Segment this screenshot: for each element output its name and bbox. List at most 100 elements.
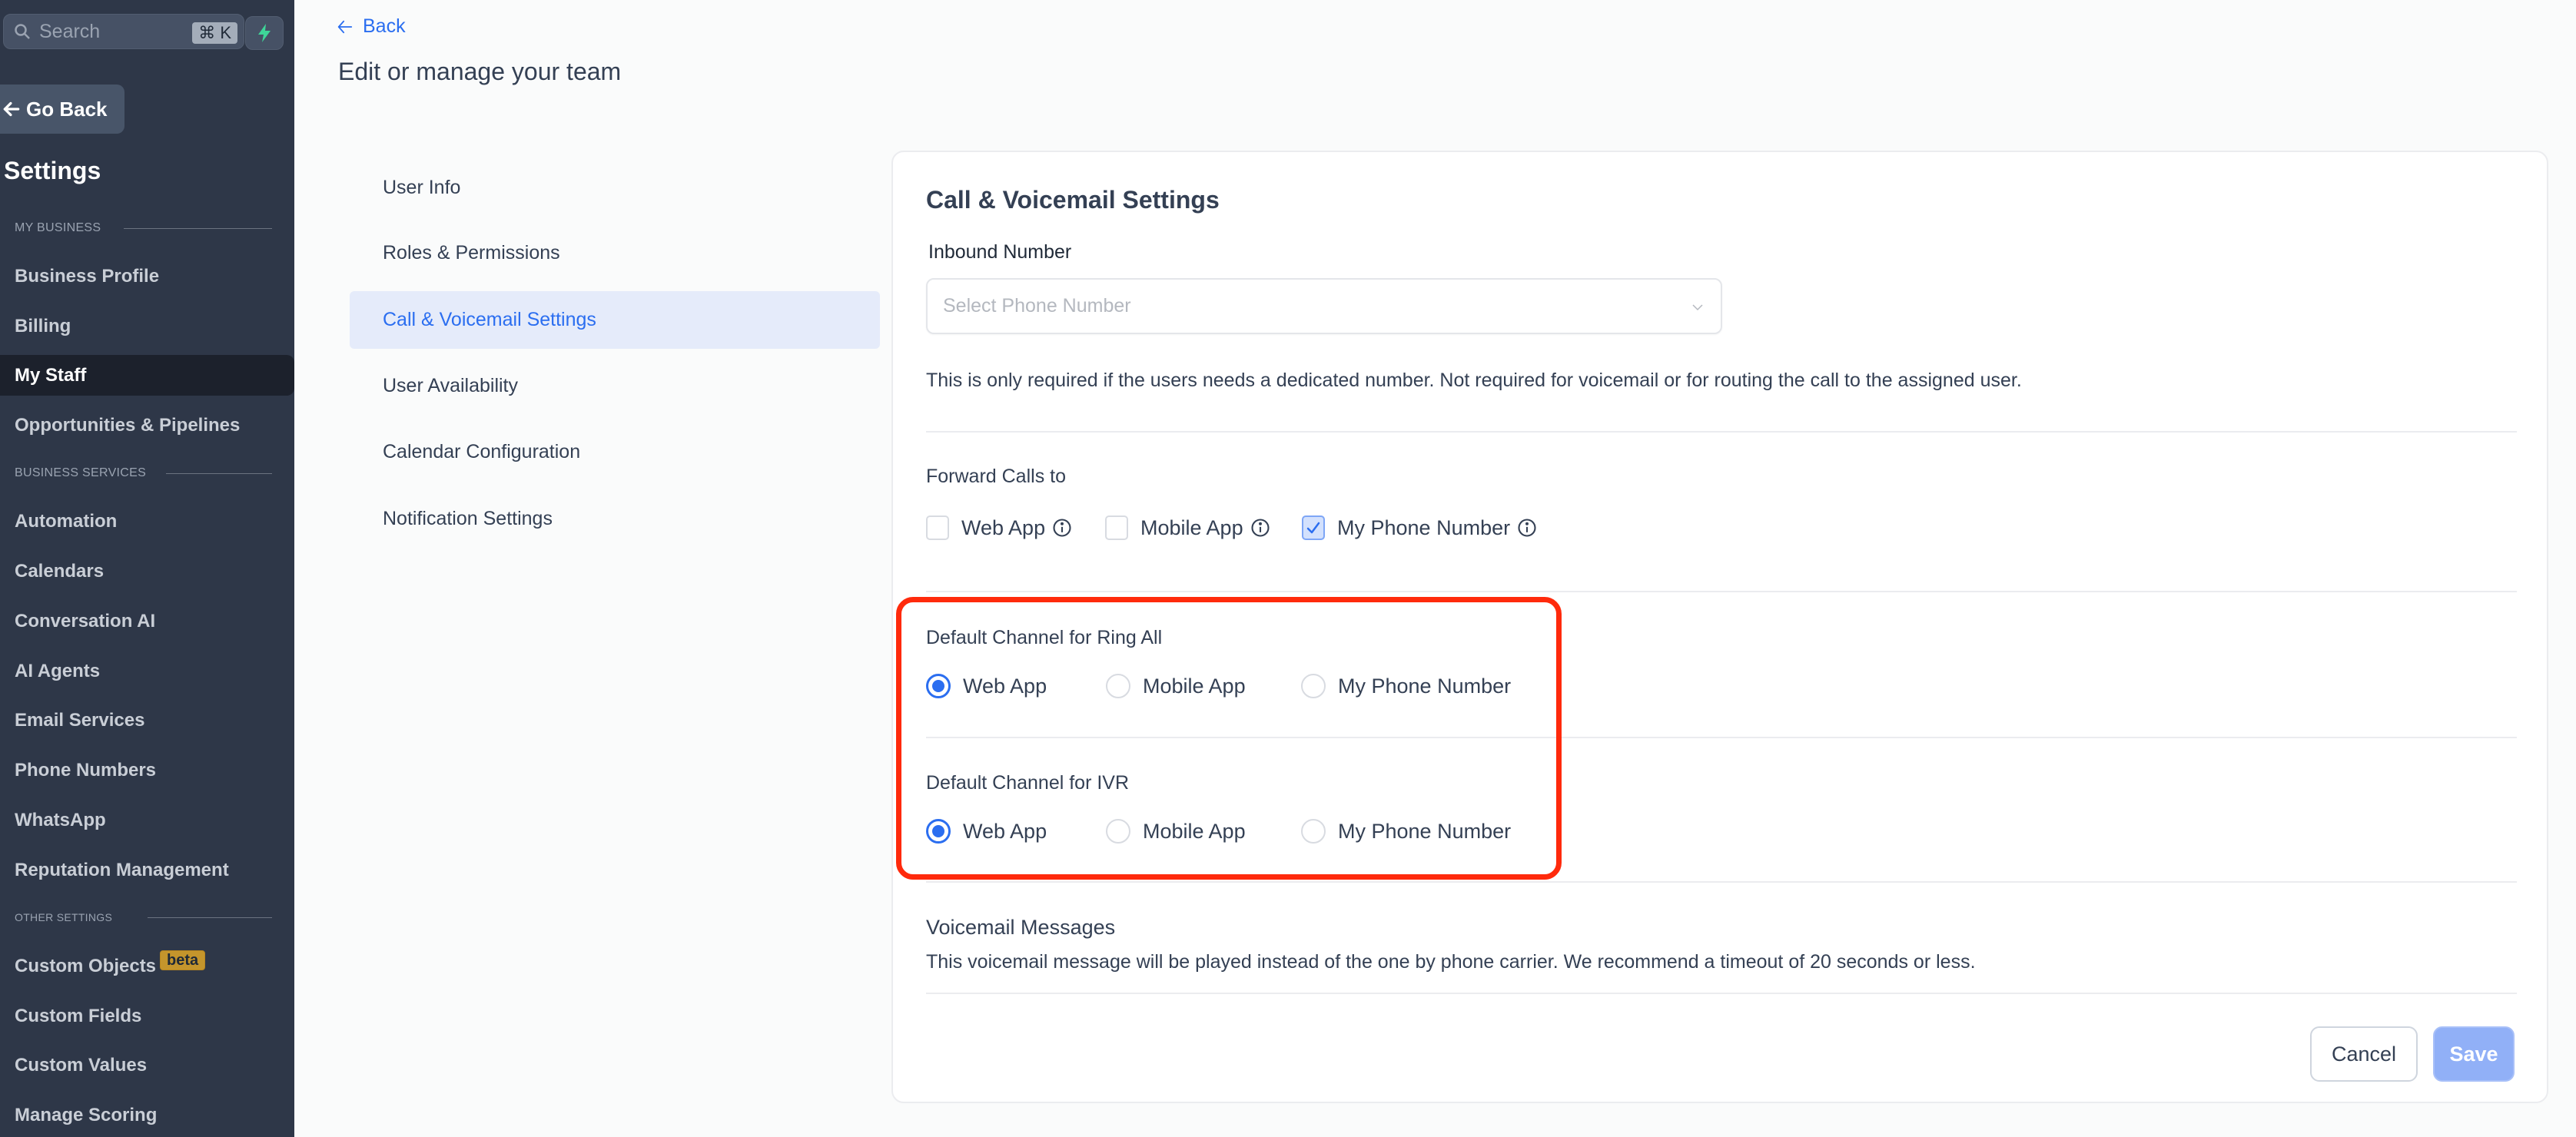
- tab-calendar-configuration[interactable]: Calendar Configuration: [350, 423, 880, 481]
- tab-label: Roles & Permissions: [383, 242, 560, 264]
- sidebar-item-conversation-ai[interactable]: Conversation AI: [0, 601, 294, 641]
- option-label: Web App: [963, 819, 1047, 843]
- tab-label: Notification Settings: [383, 508, 553, 529]
- section-divider: [124, 228, 272, 229]
- radio-selected[interactable]: [926, 674, 951, 698]
- option-label: My Phone Number: [1337, 515, 1511, 539]
- option-label: Mobile App: [1140, 515, 1243, 539]
- sidebar-item-label: Email Services: [15, 709, 145, 731]
- option-label: Mobile App: [1143, 674, 1246, 698]
- sidebar-item-label: Billing: [15, 315, 71, 336]
- ivr-my-phone-number-radio[interactable]: My Phone Number: [1301, 819, 1511, 844]
- radio[interactable]: [1301, 819, 1326, 844]
- quick-actions-button[interactable]: [245, 16, 284, 50]
- tab-user-availability[interactable]: User Availability: [350, 357, 880, 415]
- search-input[interactable]: Search ⌘ K: [3, 14, 244, 49]
- chevron-down-icon: [1692, 304, 1703, 311]
- sidebar-item-automation[interactable]: Automation: [0, 501, 294, 542]
- ivr-web-app-radio[interactable]: Web App: [926, 819, 1047, 844]
- search-icon: [15, 24, 30, 39]
- card-title: Call & Voicemail Settings: [926, 186, 1220, 214]
- checkmark-icon: [1306, 522, 1320, 534]
- ring-all-my-phone-number-radio[interactable]: My Phone Number: [1301, 674, 1511, 698]
- sidebar-item-label: Reputation Management: [15, 859, 229, 880]
- divider: [926, 737, 2517, 738]
- search-placeholder: Search: [39, 20, 101, 42]
- sidebar-item-ai-agents[interactable]: AI Agents: [0, 651, 294, 691]
- radio[interactable]: [1301, 674, 1326, 698]
- option-label: My Phone Number: [1338, 674, 1512, 698]
- sidebar-item-phone-numbers[interactable]: Phone Numbers: [0, 750, 294, 791]
- ivr-mobile-app-radio[interactable]: Mobile App: [1106, 819, 1246, 844]
- sidebar-item-billing[interactable]: Billing: [0, 306, 294, 346]
- cancel-button[interactable]: Cancel: [2310, 1026, 2418, 1082]
- section-label-business-services: BUSINESS SERVICES: [15, 466, 272, 480]
- sidebar-item-custom-fields[interactable]: Custom Fields: [0, 996, 294, 1036]
- back-link[interactable]: Back: [337, 15, 406, 38]
- sidebar-item-business-profile[interactable]: Business Profile: [0, 256, 294, 297]
- section-label-my-business: MY BUSINESS: [15, 221, 272, 235]
- sidebar-item-reputation-management[interactable]: Reputation Management: [0, 850, 294, 890]
- tab-label: User Availability: [383, 375, 519, 396]
- radio-selected[interactable]: [926, 819, 951, 844]
- section-divider: [166, 473, 272, 474]
- tab-label: Call & Voicemail Settings: [383, 309, 596, 330]
- option-label: Web App: [961, 515, 1046, 539]
- forward-my-phone-number-checkbox[interactable]: My Phone Number: [1302, 515, 1538, 540]
- back-label: Back: [363, 15, 406, 37]
- ring-all-mobile-app-radio[interactable]: Mobile App: [1106, 674, 1246, 698]
- info-icon[interactable]: [1516, 517, 1538, 539]
- section-label-text: MY BUSINESS: [15, 221, 101, 234]
- ring-all-label: Default Channel for Ring All: [926, 627, 1163, 648]
- lightning-bolt-icon: [258, 24, 271, 42]
- go-back-button[interactable]: Go Back: [0, 85, 124, 134]
- checkbox-checked[interactable]: [1302, 515, 1325, 540]
- forward-calls-label: Forward Calls to: [926, 466, 1066, 487]
- page-title: Edit or manage your team: [338, 58, 622, 85]
- checkbox[interactable]: [926, 515, 949, 540]
- sidebar-item-label: Custom Objects: [15, 955, 157, 976]
- sidebar-item-calendars[interactable]: Calendars: [0, 551, 294, 592]
- sidebar-item-label: WhatsApp: [15, 809, 106, 830]
- keyboard-shortcut-badge: ⌘ K: [192, 22, 237, 44]
- tab-label: Calendar Configuration: [383, 441, 581, 462]
- forward-mobile-app-checkbox[interactable]: Mobile App: [1105, 515, 1271, 540]
- sidebar-item-custom-objects[interactable]: Custom Objects beta: [0, 946, 294, 986]
- forward-web-app-checkbox[interactable]: Web App: [926, 515, 1073, 540]
- sidebar-item-label: Conversation AI: [15, 610, 156, 631]
- inbound-number-placeholder: Select Phone Number: [943, 295, 1131, 317]
- ring-all-web-app-radio[interactable]: Web App: [926, 674, 1047, 698]
- radio[interactable]: [1106, 674, 1130, 698]
- sidebar-item-my-staff[interactable]: My Staff: [0, 355, 294, 396]
- sidebar-item-label: Automation: [15, 510, 118, 532]
- divider: [926, 881, 2517, 883]
- tab-call-voicemail-settings[interactable]: Call & Voicemail Settings: [350, 291, 880, 349]
- tab-roles-permissions[interactable]: Roles & Permissions: [350, 224, 880, 282]
- section-label-text: OTHER SETTINGS: [15, 911, 113, 923]
- sidebar-item-whatsapp[interactable]: WhatsApp: [0, 800, 294, 840]
- option-label: Mobile App: [1143, 819, 1246, 843]
- sidebar-item-label: My Staff: [15, 364, 87, 386]
- beta-badge: beta: [160, 950, 206, 970]
- tab-notification-settings[interactable]: Notification Settings: [350, 490, 880, 548]
- inbound-number-help: This is only required if the users needs…: [926, 370, 2022, 391]
- info-icon[interactable]: [1051, 517, 1073, 539]
- go-back-label: Go Back: [26, 97, 108, 121]
- info-icon[interactable]: [1250, 517, 1271, 539]
- sidebar-item-label: Calendars: [15, 560, 105, 582]
- sidebar-item-email-services[interactable]: Email Services: [0, 700, 294, 741]
- section-label-other-settings: OTHER SETTINGS: [15, 911, 272, 923]
- inbound-number-select[interactable]: Select Phone Number: [926, 278, 1722, 334]
- checkbox[interactable]: [1105, 515, 1128, 540]
- sidebar-item-custom-values[interactable]: Custom Values: [0, 1045, 294, 1086]
- sidebar-item-label: Manage Scoring: [15, 1104, 158, 1125]
- save-button[interactable]: Save: [2433, 1026, 2515, 1082]
- sidebar-item-label: Phone Numbers: [15, 759, 157, 781]
- sidebar-item-label: Custom Values: [15, 1054, 148, 1076]
- sidebar-item-manage-scoring[interactable]: Manage Scoring: [0, 1095, 294, 1135]
- sidebar-item-opportunities-pipelines[interactable]: Opportunities & Pipelines: [0, 405, 294, 446]
- sidebar-item-label: Custom Fields: [15, 1005, 142, 1026]
- arrow-left-icon: [337, 20, 353, 33]
- radio[interactable]: [1106, 819, 1130, 844]
- tab-user-info[interactable]: User Info: [350, 159, 880, 217]
